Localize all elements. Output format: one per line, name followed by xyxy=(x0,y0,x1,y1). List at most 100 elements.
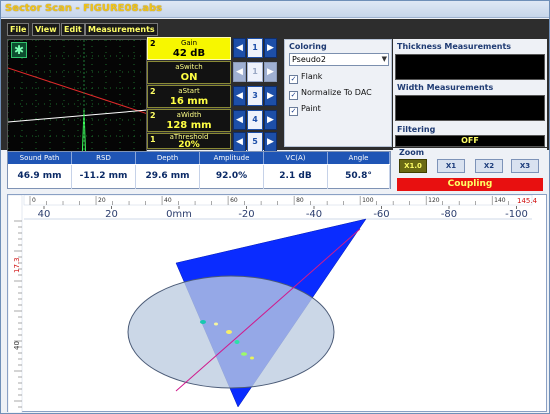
param-awidth-value: 128 mm xyxy=(166,120,212,131)
header-angle: Angle xyxy=(328,152,390,164)
zoom-x2-button[interactable]: X2 xyxy=(475,159,503,173)
menu-measurements[interactable]: Measurements xyxy=(85,23,158,36)
athreshold-increase-button[interactable]: ▶ xyxy=(264,132,277,152)
top-ruler-end: 145.4 xyxy=(517,197,538,205)
athreshold-step-icon[interactable]: 5 xyxy=(247,132,263,152)
value-amplitude: 92.0% xyxy=(200,165,264,189)
thickness-display xyxy=(395,54,545,80)
a-scan-display[interactable]: ✱ xyxy=(7,39,147,167)
aswitch-decrease-button[interactable]: ◀ xyxy=(233,62,246,82)
x-axis-label: 20 xyxy=(105,209,118,220)
gain-increase-button[interactable]: ▶ xyxy=(264,38,277,58)
top-ruler-label: 20 xyxy=(98,197,106,204)
param-awidth[interactable]: 2 aWidth 128 mm xyxy=(147,109,231,132)
header-rsd: RSD xyxy=(72,152,136,164)
zoom-panel: Zoom X1.0 X1 X2 X3 Coupling xyxy=(393,148,547,192)
top-ruler-label: 100 xyxy=(362,197,374,204)
param-gain-value: 42 dB xyxy=(172,48,206,59)
filtering-title: Filtering xyxy=(397,125,436,134)
sector-scan-view[interactable]: 0 20 40 60 80 100 120 140 145.4 40 20 0mm -20 -40 -6… xyxy=(7,194,547,413)
title-bar[interactable]: Sector Scan - FIGURE08.abs xyxy=(1,1,549,18)
astart-adjust: ◀ 3 ▶ xyxy=(233,86,279,106)
zoom-x1-0-button[interactable]: X1.0 xyxy=(399,159,427,173)
coloring-select[interactable]: Pseudo2 ▼ xyxy=(289,53,389,66)
gain-decrease-button[interactable]: ◀ xyxy=(233,38,246,58)
scope-grid xyxy=(8,40,146,166)
x-axis-label: 0mm xyxy=(166,209,192,220)
x-axis-label: -20 xyxy=(238,209,254,220)
width-display xyxy=(395,95,545,121)
param-gain-label: Gain xyxy=(180,39,198,47)
freeze-icon[interactable]: ✱ xyxy=(11,42,27,58)
window-title: Sector Scan - FIGURE08.abs xyxy=(5,3,163,14)
x-axis-label: -40 xyxy=(306,209,322,220)
coloring-panel: Coloring Pseudo2 ▼ ✓ Flank ✓ Normalize To … xyxy=(284,39,392,147)
zoom-x3-button[interactable]: X3 xyxy=(511,159,539,173)
coloring-title: Coloring xyxy=(289,42,327,51)
instrument-panel: File View Edit Measurements ✱ 2 Gain 42 … xyxy=(1,19,549,167)
value-sound-path: 46.9 mm xyxy=(8,165,72,189)
astart-decrease-button[interactable]: ◀ xyxy=(233,86,246,106)
awidth-decrease-button[interactable]: ◀ xyxy=(233,110,246,130)
y-axis-marker: 17.3 xyxy=(13,257,21,273)
menu-view[interactable]: View xyxy=(32,23,60,36)
checkbox-normalize-dac-label: Normalize To DAC xyxy=(301,88,372,97)
value-depth: 29.6 mm xyxy=(136,165,200,189)
param-aswitch-value: ON xyxy=(180,72,198,83)
header-amplitude: Amplitude xyxy=(200,152,264,164)
header-vca: VC(A) xyxy=(264,152,328,164)
awidth-adjust: ◀ 4 ▶ xyxy=(233,110,279,130)
param-aswitch[interactable]: aSwitch ON xyxy=(147,61,231,84)
athreshold-decrease-button[interactable]: ◀ xyxy=(233,132,246,152)
checkbox-flank-label: Flank xyxy=(301,72,323,81)
aswitch-increase-button[interactable]: ▶ xyxy=(264,62,277,82)
athreshold-adjust: ◀ 5 ▶ xyxy=(233,132,279,152)
param-awidth-label: aWidth xyxy=(176,111,202,119)
menu-edit[interactable]: Edit xyxy=(61,23,85,36)
param-gain[interactable]: 2 Gain 42 dB xyxy=(147,37,231,60)
zoom-title: Zoom xyxy=(399,148,425,157)
threshold-gate xyxy=(8,109,146,123)
sector-scan-window: Sector Scan - FIGURE08.abs File View Edi… xyxy=(0,0,550,414)
value-vca: 2.1 dB xyxy=(264,165,328,189)
param-astart-label: aStart xyxy=(178,87,200,95)
width-title: Width Measurements xyxy=(397,83,494,92)
y-axis-label-40: 40 xyxy=(13,341,21,350)
checkbox-paint[interactable]: ✓ Paint xyxy=(289,103,321,116)
checkmark-icon: ✓ xyxy=(289,107,298,116)
awidth-step-icon[interactable]: 4 xyxy=(247,110,263,130)
checkbox-paint-label: Paint xyxy=(301,104,321,113)
dac-curve xyxy=(8,67,146,114)
param-athreshold-value: 20% xyxy=(178,140,200,150)
zoom-x1-button[interactable]: X1 xyxy=(437,159,465,173)
checkmark-icon: ✓ xyxy=(289,75,298,84)
x-axis-label: -100 xyxy=(505,209,528,220)
aswitch-adjust: ◀ 1 ▶ xyxy=(233,62,279,82)
value-rsd: -11.2 mm xyxy=(72,165,136,189)
measurement-readout: Sound Path RSD Depth Amplitude VC(A) Ang… xyxy=(7,151,391,189)
a-scan-graph xyxy=(8,40,146,166)
awidth-increase-button[interactable]: ▶ xyxy=(264,110,277,130)
param-athreshold[interactable]: 1 aThreshold 20% xyxy=(147,133,231,150)
gain-step-icon[interactable]: 1 xyxy=(247,38,263,58)
top-ruler-label: 60 xyxy=(230,197,238,204)
param-astart[interactable]: 2 aStart 16 mm xyxy=(147,85,231,108)
thickness-title: Thickness Measurements xyxy=(397,42,512,51)
top-ruler-label: 140 xyxy=(494,197,506,204)
aswitch-step-icon[interactable]: 1 xyxy=(247,62,263,82)
astart-step-icon[interactable]: 3 xyxy=(247,86,263,106)
astart-increase-button[interactable]: ▶ xyxy=(264,86,277,106)
header-depth: Depth xyxy=(136,152,200,164)
checkbox-normalize-dac[interactable]: ✓ Normalize To DAC xyxy=(289,87,372,100)
header-sound-path: Sound Path xyxy=(8,152,72,164)
left-ruler xyxy=(8,195,23,413)
menu-file[interactable]: File xyxy=(7,23,30,36)
filtering-value[interactable]: OFF xyxy=(395,135,545,147)
value-angle: 50.8° xyxy=(328,165,390,189)
x-axis-label: -80 xyxy=(441,209,457,220)
chevron-down-icon: ▼ xyxy=(381,55,387,63)
checkbox-flank[interactable]: ✓ Flank xyxy=(289,71,323,84)
x-axis-label: 40 xyxy=(38,209,51,220)
top-ruler-label: 0 xyxy=(32,197,36,204)
param-astart-value: 16 mm xyxy=(169,96,209,107)
